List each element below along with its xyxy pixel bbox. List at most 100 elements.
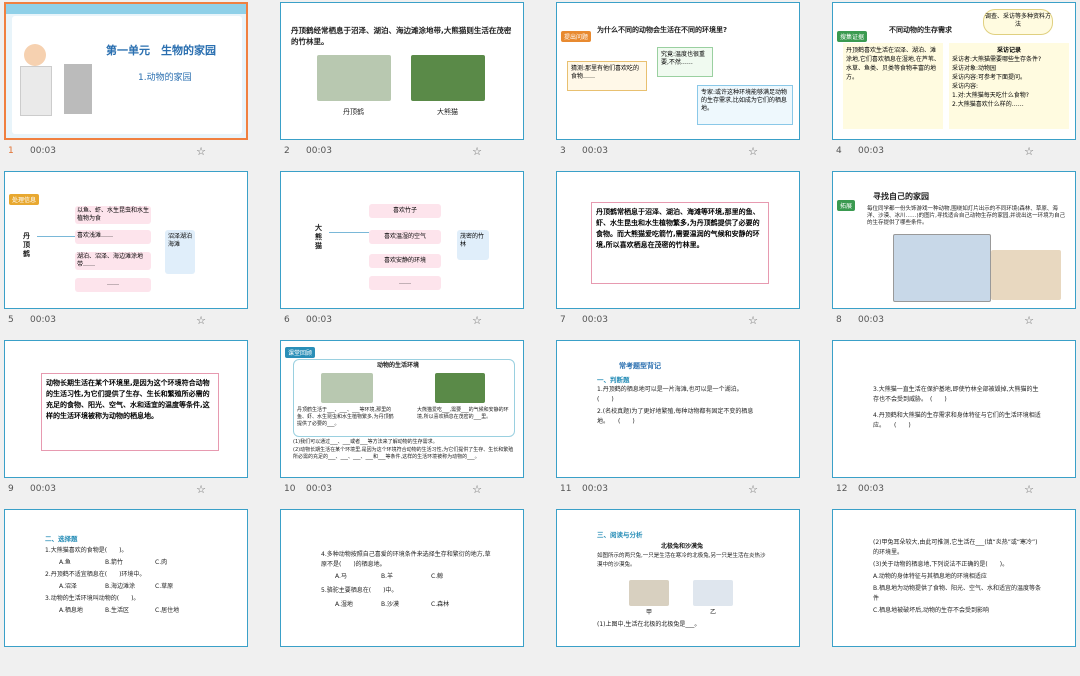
slide-9-canvas[interactable]: 动物长期生活在某个环境里,是因为这个环境符合动物的生活习性,为它们提供了生存、生… xyxy=(4,340,248,478)
slide-thumbnail-6[interactable]: 大熊猫 喜欢竹子 喜欢温湿的空气 喜欢安静的环境 …… 茂密的竹林 6 00:0… xyxy=(276,169,552,338)
slide-8-canvas[interactable]: 拓展 寻找自己的家园 每位同学都一份头饰游戏一种动物,围绕如灯片出示的不同环境(… xyxy=(832,171,1076,309)
star-icon[interactable]: ☆ xyxy=(196,483,206,496)
slide-8-meta: 8 00:03 ☆ xyxy=(836,314,1076,331)
star-icon[interactable]: ☆ xyxy=(1024,145,1034,158)
slide-number: 6 xyxy=(284,315,290,325)
slide-thumbnail-13[interactable]: 二、选择题 1.大熊猫喜欢的食物是( )。 A.鱼 B.箭竹 C.肉 2.丹顶鹤… xyxy=(0,507,276,676)
slide-thumbnail-15[interactable]: 三、阅读与分析 北极兔和沙漠兔 如图所示的两只兔,一只是生活在寒冷的北极兔,另一… xyxy=(552,507,828,676)
mindmap-node: …… xyxy=(75,278,151,292)
slide-10-canvas[interactable]: 课堂回顾 动物的生活环境 丹顶鹤生活于___、___、___等环境,那里的鱼、虾… xyxy=(280,340,524,478)
section-tag: 拓展 xyxy=(837,200,856,211)
quiz-question-3: 3.大熊猫一直生活在保护基地,即使竹林全部被毁掉,大熊猫的生存也不会受到威胁。 … xyxy=(873,386,1039,403)
slide-thumbnail-16[interactable]: (2)甲兔耳朵较大,由此可推测,它生活在___(填“炎热”或“寒冷”)的环境里。… xyxy=(828,507,1080,676)
star-icon[interactable]: ☆ xyxy=(196,314,206,327)
crane-image xyxy=(321,373,373,403)
slide-thumbnail-11[interactable]: 常考题型背记 一、判断题 1.丹顶鹤的栖息地可以是一片海滩,也可以是一个湖泊。 … xyxy=(552,338,828,507)
slide-1-canvas[interactable]: 第一单元 生物的家园 1.动物的家园 xyxy=(4,2,248,140)
slide-number: 11 xyxy=(560,484,572,494)
slide-number: 3 xyxy=(560,146,566,156)
slide-timing: 00:03 xyxy=(858,146,884,156)
slide-thumbnail-1[interactable]: 第一单元 生物的家园 1.动物的家园 1 00:03 ☆ xyxy=(0,0,276,169)
slide-thumbnail-10[interactable]: 课堂回顾 动物的生活环境 丹顶鹤生活于___、___、___等环境,那里的鱼、虾… xyxy=(276,338,552,507)
slide-thumbnail-3[interactable]: 提出问题 为什么不同的动物会生活在不同的环境里? 猜测:那里有他们喜欢吃的食物…… xyxy=(552,0,828,169)
choice-question-4: 4.多种动物按照自己喜爱的环境条件来选择生存和繁衍的地方,草原不是( )的栖息地… xyxy=(321,551,491,568)
mindmap-connector xyxy=(37,236,75,237)
slide-4-meta: 4 00:03 ☆ xyxy=(836,145,1076,162)
choice-option: B.生活区 xyxy=(105,607,130,614)
star-icon[interactable]: ☆ xyxy=(472,145,482,158)
hare-a-image xyxy=(629,580,669,606)
choice-option: A.马 xyxy=(335,573,347,580)
slide-thumbnail-9[interactable]: 动物长期生活在某个环境里,是因为这个环境符合动物的生活习性,为它们提供了生存、生… xyxy=(0,338,276,507)
hare-b-label: 乙 xyxy=(710,609,717,616)
crane-notes: 丹顶鹤喜欢生活在沼泽、湖泊、滩涂地,它们喜欢栖息在湿地,在芦苇、水草、鱼类、贝类… xyxy=(843,43,943,129)
slide-15-canvas[interactable]: 三、阅读与分析 北极兔和沙漠兔 如图所示的两只兔,一只是生活在寒冷的北极兔,另一… xyxy=(556,509,800,647)
choice-option: A.沼泽 xyxy=(59,583,77,590)
crane-label: 丹顶鹤 xyxy=(343,108,364,116)
choice-option: C.肉 xyxy=(155,559,168,566)
slide-3-meta: 3 00:03 ☆ xyxy=(560,145,800,162)
slide-timing: 00:03 xyxy=(30,315,56,325)
star-icon[interactable]: ☆ xyxy=(748,314,758,327)
slide-6-meta: 6 00:03 ☆ xyxy=(284,314,524,331)
star-icon[interactable]: ☆ xyxy=(748,483,758,496)
definition-box: 动物长期生活在某个环境里,是因为这个环境符合动物的生活习性,为它们提供了生存、生… xyxy=(41,373,219,451)
expert-bubble: 专家:或许这种环境能够满足动物的生存需求,比如成为它们的栖息地。 xyxy=(697,85,793,125)
choice-option: C.居住地 xyxy=(155,607,180,614)
star-icon[interactable]: ☆ xyxy=(1024,314,1034,327)
review-question-2: (2)动物长期生活在某个环境里,是因为这个环境符合动物的生活习性,为它们提供了生… xyxy=(293,447,514,460)
slide-11-canvas[interactable]: 常考题型背记 一、判断题 1.丹顶鹤的栖息地可以是一片海滩,也可以是一个湖泊。 … xyxy=(556,340,800,478)
star-icon[interactable]: ☆ xyxy=(472,314,482,327)
slide-number: 4 xyxy=(836,146,842,156)
slide-timing: 00:03 xyxy=(30,146,56,156)
reading-option: C.栖息地被破坏后,动物的生存不会受到影响 xyxy=(873,607,990,614)
star-icon[interactable]: ☆ xyxy=(196,145,206,158)
mindmap-root: 丹顶鹤 xyxy=(23,232,30,258)
star-icon[interactable]: ☆ xyxy=(748,145,758,158)
mindmap-node: …… xyxy=(369,276,441,290)
slide-thumbnail-2[interactable]: 丹顶鹤经常栖息于沼泽、湖泊、海边滩涂地带,大熊猫则生活在茂密的竹林里。 丹顶鹤 … xyxy=(276,0,552,169)
interview-line: 采访内容: xyxy=(952,83,979,90)
slide-number: 5 xyxy=(8,315,14,325)
ring-binding xyxy=(6,4,246,14)
slide-7-meta: 7 00:03 ☆ xyxy=(560,314,800,331)
microscope-icon xyxy=(64,64,92,114)
slide-14-canvas[interactable]: 4.多种动物按照自己喜爱的环境条件来选择生存和繁衍的地方,草原不是( )的栖息地… xyxy=(280,509,524,647)
slide-2-text: 丹顶鹤经常栖息于沼泽、湖泊、海边滩涂地带,大熊猫则生活在茂密的竹林里。 xyxy=(291,26,512,46)
mindmap-node: 喜欢竹子 xyxy=(369,204,441,218)
review-question-1: (1)我们可以通过___、___或者___等方法来了解动物的生存需求。 xyxy=(293,439,438,445)
slide-2-meta: 2 00:03 ☆ xyxy=(284,145,524,162)
slide-13-canvas[interactable]: 二、选择题 1.大熊猫喜欢的食物是( )。 A.鱼 B.箭竹 C.肉 2.丹顶鹤… xyxy=(4,509,248,647)
choice-question-5: 5.骆驼主要栖息在( )中。 xyxy=(321,587,398,594)
slide-7-canvas[interactable]: 丹顶鹤常栖息于沼泽、湖泊、海滩等环境,那里的鱼、虾、水生昆虫和水生植物繁多,为丹… xyxy=(556,171,800,309)
mindmap-result: 茂密的竹林 xyxy=(457,230,489,260)
slide-number: 9 xyxy=(8,484,14,494)
slide-2-canvas[interactable]: 丹顶鹤经常栖息于沼泽、湖泊、海边滩涂地带,大熊猫则生活在茂密的竹林里。 丹顶鹤 … xyxy=(280,2,524,140)
slide-12-canvas[interactable]: 3.大熊猫一直生活在保护基地,即使竹林全部被毁掉,大熊猫的生存也不会受到威胁。 … xyxy=(832,340,1076,478)
slide-thumbnail-5[interactable]: 处理信息 丹顶鹤 以鱼、虾、水生昆虫和水生植物为食 喜欢浅滩…… 湖泊、沼泽、海… xyxy=(0,169,276,338)
slide-16-canvas[interactable]: (2)甲兔耳朵较大,由此可推测,它生活在___(填“炎热”或“寒冷”)的环境里。… xyxy=(832,509,1076,647)
slide-5-canvas[interactable]: 处理信息 丹顶鹤 以鱼、虾、水生昆虫和水生植物为食 喜欢浅滩…… 湖泊、沼泽、海… xyxy=(4,171,248,309)
choice-option: A.湿地 xyxy=(335,601,353,608)
choice-option: B.箭竹 xyxy=(105,559,124,566)
star-icon[interactable]: ☆ xyxy=(472,483,482,496)
thought-cloud: 调查、采访等多种资料方法 xyxy=(983,9,1053,35)
slide-6-canvas[interactable]: 大熊猫 喜欢竹子 喜欢温湿的空气 喜欢安静的环境 …… 茂密的竹林 xyxy=(280,171,524,309)
slide-thumbnail-14[interactable]: 4.多种动物按照自己喜爱的环境条件来选择生存和繁衍的地方,草原不是( )的栖息地… xyxy=(276,507,552,676)
star-icon[interactable]: ☆ xyxy=(1024,483,1034,496)
section-tag: 搜集证据 xyxy=(837,31,868,42)
slide-number: 7 xyxy=(560,315,566,325)
quiz-section: 一、判断题 xyxy=(597,376,630,384)
panda-label: 大熊猫 xyxy=(437,108,458,116)
mindmap-node: 喜欢安静的环境 xyxy=(369,254,441,268)
slide-timing: 00:03 xyxy=(582,315,608,325)
slide-thumbnail-7[interactable]: 丹顶鹤常栖息于沼泽、湖泊、海滩等环境,那里的鱼、虾、水生昆虫和水生植物繁多,为丹… xyxy=(552,169,828,338)
slide-thumbnail-8[interactable]: 拓展 寻找自己的家园 每位同学都一份头饰游戏一种动物,围绕如灯片出示的不同环境(… xyxy=(828,169,1080,338)
slide-3-canvas[interactable]: 提出问题 为什么不同的动物会生活在不同的环境里? 猜测:那里有他们喜欢吃的食物…… xyxy=(556,2,800,140)
slide-thumbnail-12[interactable]: 3.大熊猫一直生活在保护基地,即使竹林全部被毁掉,大熊猫的生存也不会受到威胁。 … xyxy=(828,338,1080,507)
slide-thumbnail-4[interactable]: 搜集证据 不同动物的生存需求 调查、采访等多种资料方法 丹顶鹤喜欢生活在沼泽、湖… xyxy=(828,0,1080,169)
slide-timing: 00:03 xyxy=(306,484,332,494)
quiz-question-1: 1.丹顶鹤的栖息地可以是一片海滩,也可以是一个湖泊。 ( ) xyxy=(597,386,770,403)
slide-4-canvas[interactable]: 搜集证据 不同动物的生存需求 调查、采访等多种资料方法 丹顶鹤喜欢生活在沼泽、湖… xyxy=(832,2,1076,140)
interview-title: 采访记录 xyxy=(996,47,1021,54)
